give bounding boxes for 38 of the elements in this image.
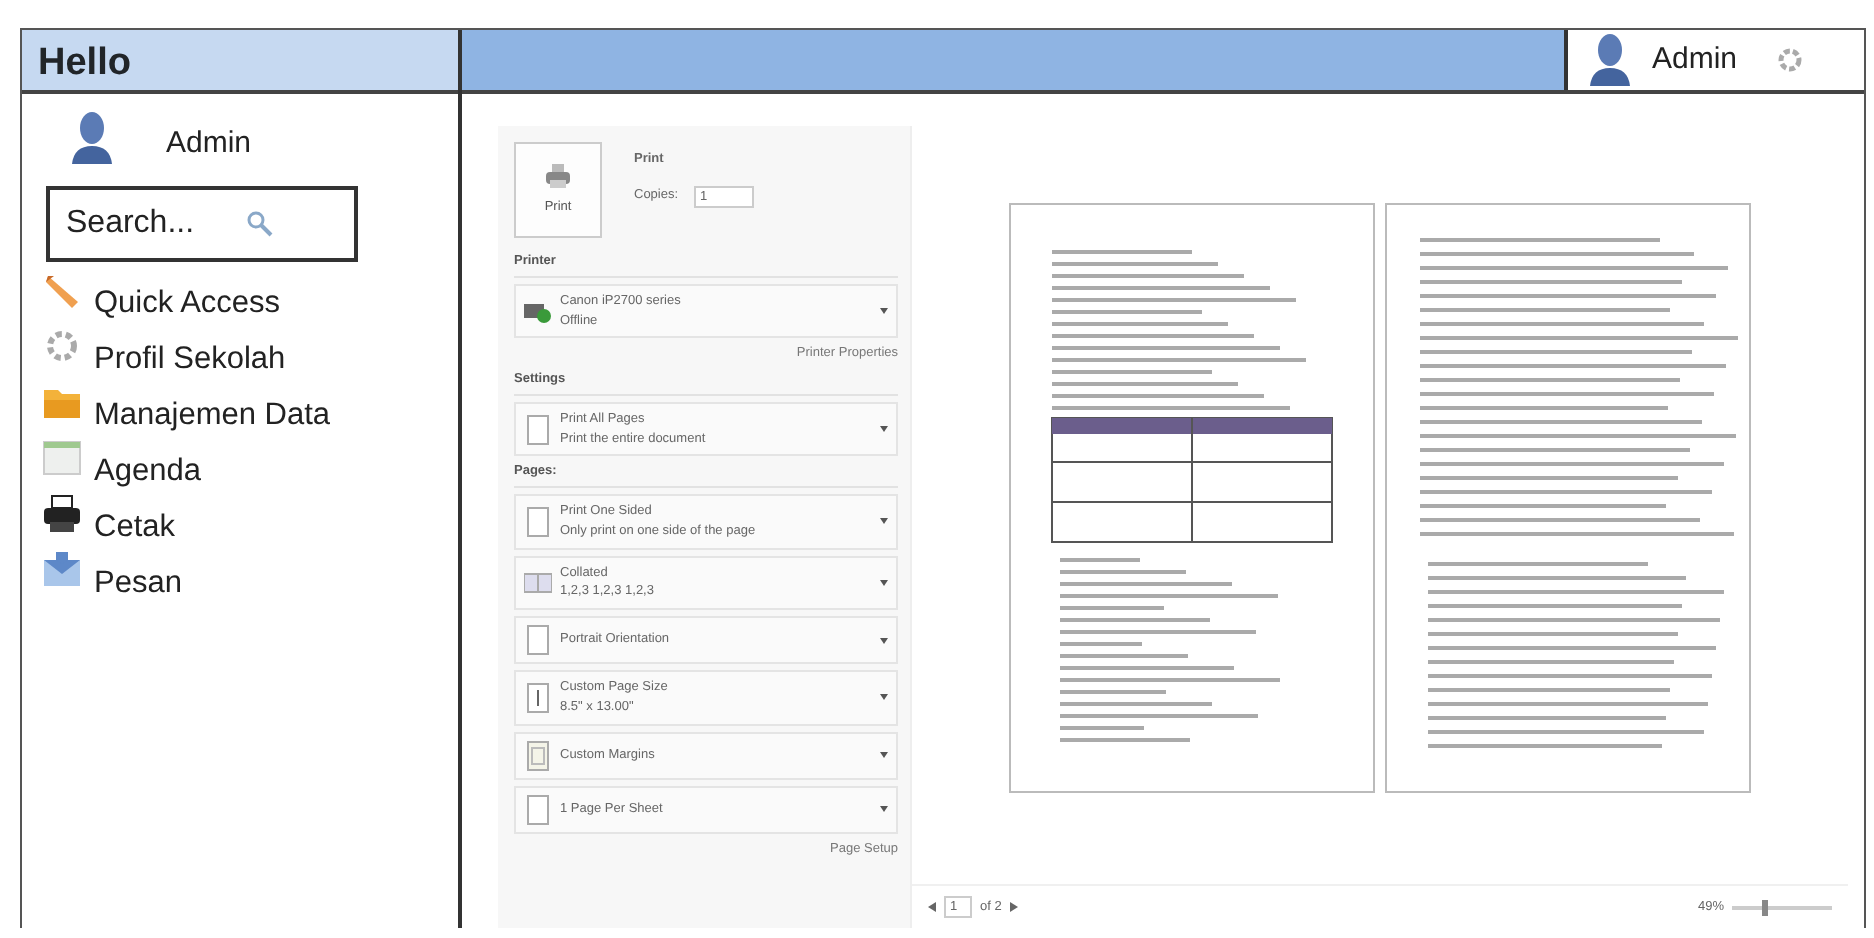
user-name: Admin [166,123,252,163]
menu-item[interactable]: Quick Access [94,279,281,326]
panel-title: Hello [38,42,131,84]
search-icon [246,210,274,238]
gear-icon [42,326,82,366]
user-name: Admin [1652,39,1738,80]
caret-icon [880,579,888,586]
user-icon [1588,32,1632,88]
printer-icon [42,494,82,534]
calendar-icon [42,438,82,478]
page-icon [524,624,552,656]
caret-icon [880,752,888,758]
user-icon [70,110,114,166]
menu-item[interactable]: Cetak [94,503,175,550]
caret-icon [880,694,888,701]
menu-item[interactable]: Agenda [94,447,201,494]
menu-item[interactable]: Profil Sekolah [94,335,286,382]
search-field[interactable]: Search... [46,186,358,262]
next-icon[interactable] [1009,902,1018,912]
caret-icon [880,426,888,432]
settings-icon[interactable] [1773,44,1806,76]
printer-status-icon [524,299,552,323]
page-icon [524,413,552,445]
page-icon [524,681,552,714]
caret-icon [880,518,888,525]
page-icon [524,505,552,538]
mail-icon [42,550,82,590]
pencil-icon [42,270,82,310]
caret-icon [880,637,888,643]
page-icon [524,739,552,771]
caret-icon [880,806,888,812]
zoom-thumb[interactable] [1762,899,1768,915]
page-icon [524,793,552,825]
menu-item[interactable]: Pesan [94,559,182,606]
previous-icon[interactable] [928,902,936,912]
caret-icon [880,308,888,314]
menu-item[interactable]: Manajemen Data [94,391,331,438]
printer-icon [544,162,572,191]
